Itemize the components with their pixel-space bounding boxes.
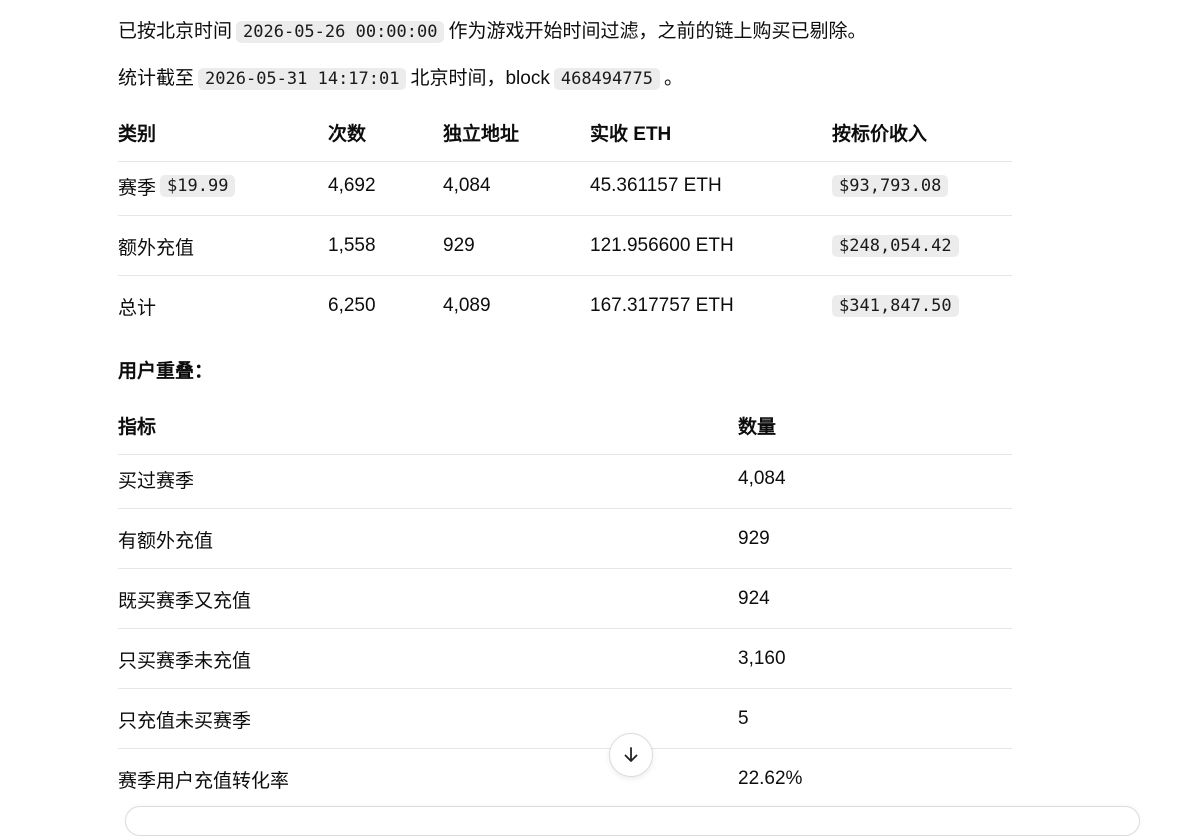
metric-cell: 赛季用户充值转化率 bbox=[118, 770, 290, 792]
table-row: 赛季 $19.99 4,692 4,084 45.361157 ETH $93,7… bbox=[118, 156, 1012, 216]
value-cell: 924 bbox=[738, 588, 770, 609]
message-composer[interactable] bbox=[125, 806, 1140, 836]
price-code: $19.99 bbox=[160, 175, 236, 197]
block-number-code: 468494775 bbox=[553, 68, 660, 90]
filter-note: 已按北京时间 2026-05-26 00:00:00 作为游戏开始时间过滤，之前的链… bbox=[118, 18, 867, 46]
table-row: 额外充值 1,558 929 121.956600 ETH $248,054.4… bbox=[118, 216, 1012, 276]
category-label: 赛季 bbox=[118, 177, 157, 199]
value-cell: 3,160 bbox=[738, 648, 786, 669]
header-addresses: 独立地址 bbox=[443, 123, 520, 145]
header-list-revenue: 按标价收入 bbox=[832, 123, 928, 145]
header-quantity: 数量 bbox=[738, 416, 777, 438]
overlap-table-header: 指标 数量 bbox=[118, 395, 1012, 455]
header-count: 次数 bbox=[328, 123, 367, 145]
addresses-cell: 4,084 bbox=[443, 175, 491, 196]
addresses-cell: 4,089 bbox=[443, 295, 491, 316]
count-cell: 1,558 bbox=[328, 235, 376, 256]
usd-cell: $93,793.08 bbox=[828, 156, 952, 216]
filter-note-suffix: 作为游戏开始时间过滤，之前的链上购买已剔除。 bbox=[448, 21, 867, 42]
header-category: 类别 bbox=[118, 123, 157, 145]
value-cell: 5 bbox=[738, 708, 749, 729]
eth-cell: 45.361157 ETH bbox=[590, 175, 722, 196]
value-cell: 22.62% bbox=[738, 768, 803, 789]
metric-cell: 有额外充值 bbox=[118, 530, 214, 552]
start-time-code: 2026-05-26 00:00:00 bbox=[236, 21, 445, 43]
table-row: 既买赛季又充值 924 bbox=[118, 569, 1012, 629]
table-row: 赛季用户充值转化率 22.62% bbox=[118, 749, 1012, 809]
usd-code: $341,847.50 bbox=[832, 295, 959, 317]
value-cell: 4,084 bbox=[738, 468, 786, 489]
table-row: 买过赛季 4,084 bbox=[118, 449, 1012, 509]
cutoff-note-mid: 北京时间，block bbox=[410, 68, 550, 89]
cutoff-time-code: 2026-05-31 14:17:01 bbox=[198, 68, 407, 90]
cutoff-note: 统计截至 2026-05-31 14:17:01 北京时间，block 4684947… bbox=[118, 65, 683, 93]
metric-cell: 只买赛季未充值 bbox=[118, 650, 252, 672]
eth-cell: 167.317757 ETH bbox=[590, 295, 734, 316]
metric-cell: 只充值未买赛季 bbox=[118, 710, 252, 732]
eth-cell: 121.956600 ETH bbox=[590, 235, 734, 256]
arrow-down-icon bbox=[624, 747, 638, 762]
overlap-heading: 用户重叠： bbox=[118, 361, 214, 382]
count-cell: 4,692 bbox=[328, 175, 376, 196]
table-row: 只充值未买赛季 5 bbox=[118, 689, 1012, 749]
filter-note-prefix: 已按北京时间 bbox=[118, 21, 233, 42]
table-row: 只买赛季未充值 3,160 bbox=[118, 629, 1012, 689]
usd-code: $93,793.08 bbox=[832, 175, 949, 197]
cutoff-note-suffix: 。 bbox=[663, 68, 683, 89]
metric-cell: 既买赛季又充值 bbox=[118, 590, 252, 612]
usd-cell: $341,847.50 bbox=[828, 276, 963, 336]
header-eth: 实收 ETH bbox=[590, 123, 672, 145]
table-row: 总计 6,250 4,089 167.317757 ETH $341,847.5… bbox=[118, 276, 1012, 336]
category-cell: 额外充值 bbox=[118, 237, 195, 259]
category-cell: 赛季 $19.99 bbox=[118, 156, 239, 216]
cutoff-note-prefix: 统计截至 bbox=[118, 68, 195, 89]
category-cell: 总计 bbox=[118, 297, 157, 319]
revenue-table-header: 类别 次数 独立地址 实收 ETH 按标价收入 bbox=[118, 102, 1012, 162]
metric-cell: 买过赛季 bbox=[118, 470, 195, 492]
usd-cell: $248,054.42 bbox=[828, 216, 963, 276]
count-cell: 6,250 bbox=[328, 295, 376, 316]
scroll-to-bottom-button[interactable] bbox=[609, 733, 653, 777]
addresses-cell: 929 bbox=[443, 235, 475, 256]
value-cell: 929 bbox=[738, 528, 770, 549]
table-row: 有额外充值 929 bbox=[118, 509, 1012, 569]
header-metric: 指标 bbox=[118, 416, 157, 438]
usd-code: $248,054.42 bbox=[832, 235, 959, 257]
